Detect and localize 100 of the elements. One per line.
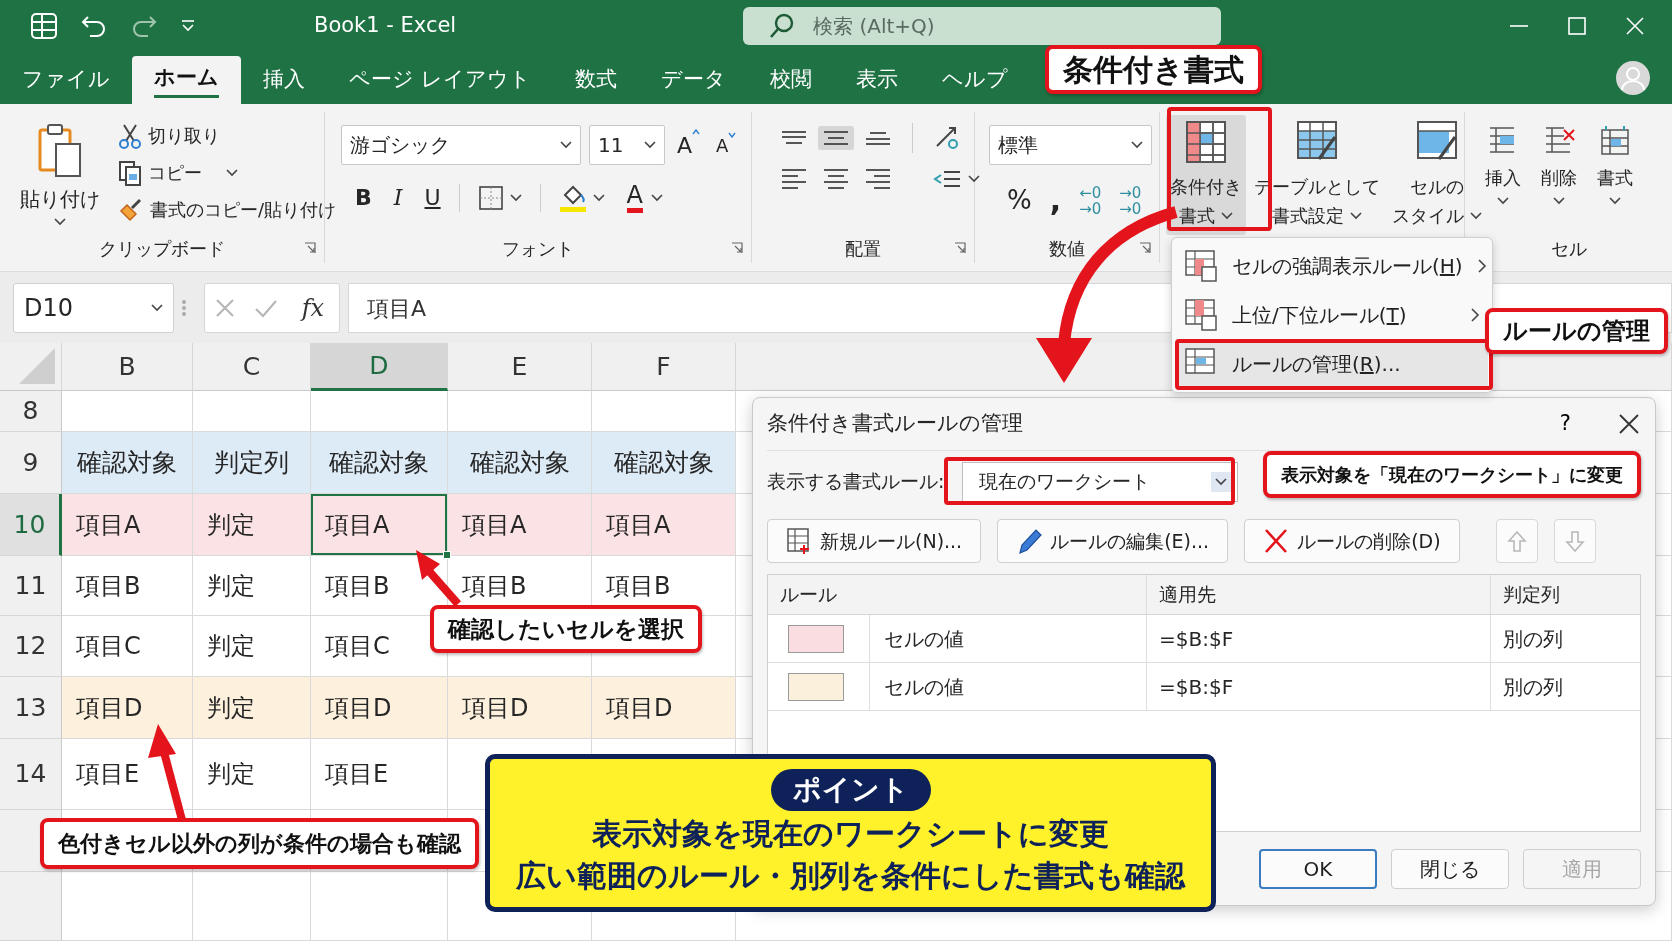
row-header[interactable]: 13	[0, 677, 62, 739]
redo-icon[interactable]	[130, 13, 158, 39]
edit-rule-button[interactable]: ルールの編集(E)...	[997, 519, 1229, 563]
table-cell: 判定	[193, 556, 311, 616]
italic-button[interactable]: I	[389, 179, 407, 216]
align-left-icon	[782, 169, 806, 189]
align-button[interactable]	[818, 126, 854, 150]
caret-icon	[651, 193, 663, 202]
cell-delete-button[interactable]: 削除	[1537, 120, 1581, 224]
callout-label: ルールの管理	[1485, 308, 1668, 354]
callout-label: 表示対象を「現在のワークシート」に変更	[1263, 451, 1641, 498]
customize-menu-icon[interactable]	[180, 19, 196, 33]
ribbon-tab[interactable]: 表示	[833, 56, 920, 104]
conditional-format-icon	[1184, 119, 1228, 165]
column-header[interactable]: B	[62, 343, 193, 391]
note-text: 表示対象を現在のワークシートに変更	[592, 815, 1109, 853]
caret-icon	[1221, 211, 1233, 220]
maximize-icon[interactable]	[1566, 15, 1588, 37]
bold-button[interactable]: B	[351, 179, 376, 216]
column-title: 確認対象	[311, 432, 448, 494]
caret-icon	[1470, 211, 1482, 220]
paintbrush-icon	[118, 196, 144, 223]
delete-x-icon	[1263, 527, 1290, 555]
column-header[interactable]: D	[311, 343, 448, 391]
table-cell: 項目D	[592, 677, 736, 739]
ribbon-tab[interactable]: 挿入	[241, 56, 327, 104]
cell-format-button[interactable]: 書式	[1593, 120, 1637, 224]
group-label: セル	[1550, 236, 1587, 261]
comma-button[interactable]: ,	[1045, 185, 1066, 216]
align-center-icon	[824, 169, 848, 189]
ribbon-tab[interactable]: ヘルプ	[919, 56, 1030, 104]
callout-label: 色付きセル以外の列が条件の場合も確認	[40, 818, 479, 869]
ribbon-tab[interactable]: データ	[638, 56, 748, 104]
help-button[interactable]: ?	[1553, 407, 1577, 441]
ribbon-tab[interactable]: ファイル	[0, 56, 132, 104]
note-text: 広い範囲のルール・別列を条件にした書式も確認	[516, 857, 1185, 895]
font-name-dropdown[interactable]: 游ゴシック	[341, 125, 581, 165]
delete-rule-button[interactable]: ルールの削除(D)	[1244, 519, 1460, 563]
spreadsheet-icon[interactable]	[30, 12, 58, 40]
row-header[interactable]: 14	[0, 739, 62, 810]
group-label: 数値	[1049, 236, 1085, 261]
dialog-button[interactable]: 閉じる	[1391, 848, 1509, 889]
caret-icon	[728, 131, 737, 138]
arrow-up-icon	[1505, 528, 1528, 554]
dialog-launcher-icon	[1139, 242, 1151, 254]
row-header[interactable]: 11	[0, 556, 62, 616]
new-rule-button[interactable]: 新規ルール(N)...	[767, 519, 982, 563]
undo-icon[interactable]	[80, 13, 108, 39]
cut-button[interactable]: 切り取り	[114, 120, 341, 151]
ribbon-tab[interactable]: ホーム	[132, 56, 241, 104]
column-title: 確認対象	[62, 432, 193, 494]
new-rule-icon	[786, 527, 812, 555]
callout-label: 条件付き書式	[1045, 45, 1262, 94]
format-painter-button[interactable]: 書式のコピー/貼り付け	[114, 194, 341, 225]
underline-button[interactable]: U	[420, 179, 445, 216]
table-cell: 別の列	[1491, 663, 1640, 711]
table-cell: 項目C	[62, 616, 193, 677]
grow-font-button[interactable]: A	[673, 126, 705, 164]
close-icon[interactable]	[1624, 15, 1646, 37]
group-label: フォント	[502, 236, 574, 261]
fill-handle[interactable]	[443, 551, 451, 559]
caret-icon	[560, 141, 572, 149]
ribbon-tab[interactable]: 数式	[552, 56, 639, 104]
row-header[interactable]: 8	[0, 391, 62, 432]
row-header[interactable]: 10	[0, 494, 62, 556]
name-box[interactable]: D10	[13, 283, 174, 333]
style-button[interactable]: 条件付き 書式	[1166, 115, 1246, 235]
align-top-icon	[782, 131, 806, 145]
font-size-dropdown[interactable]: 11	[589, 125, 665, 165]
table-cell: セルの値	[870, 663, 1147, 711]
caret-icon	[644, 141, 656, 149]
caret-icon	[226, 168, 238, 177]
copy-button[interactable]: コピー	[114, 157, 341, 188]
percent-button[interactable]: %	[1003, 179, 1036, 222]
paste-button[interactable]: 貼り付け	[16, 118, 104, 233]
row-header[interactable]: 12	[0, 616, 62, 677]
column-header: 判定列	[1491, 575, 1640, 615]
table-cell: 項目E	[62, 739, 193, 810]
number-format-dropdown[interactable]: 標準	[989, 125, 1152, 165]
close-icon[interactable]	[1617, 412, 1641, 436]
rules-table-icon	[1184, 248, 1218, 283]
column-header[interactable]: C	[193, 343, 311, 391]
font-color-button[interactable]: A	[622, 180, 667, 215]
shrink-font-button[interactable]: A	[712, 129, 741, 161]
grip-dots-icon	[182, 300, 186, 316]
table-cell: 判定	[193, 677, 311, 739]
dialog-button[interactable]: OK	[1259, 848, 1377, 889]
ribbon-tab[interactable]: 校閲	[747, 56, 834, 104]
caret-icon	[54, 218, 66, 226]
row-header[interactable]: 9	[0, 432, 62, 494]
table-cell: 項目B	[62, 556, 193, 616]
caret-icon	[509, 193, 522, 202]
table-cell: 項目D	[448, 677, 592, 739]
column-header[interactable]: E	[448, 343, 592, 391]
user-avatar-icon[interactable]	[1616, 61, 1650, 95]
scope-dropdown[interactable]: 現在のワークシート	[962, 461, 1239, 502]
ribbon-tab[interactable]: ページ レイアウト	[327, 56, 553, 104]
search-field[interactable]: 検索 (Alt+Q)	[743, 7, 1222, 45]
column-header[interactable]: F	[592, 343, 736, 391]
table-cell: 項目A	[592, 494, 736, 556]
